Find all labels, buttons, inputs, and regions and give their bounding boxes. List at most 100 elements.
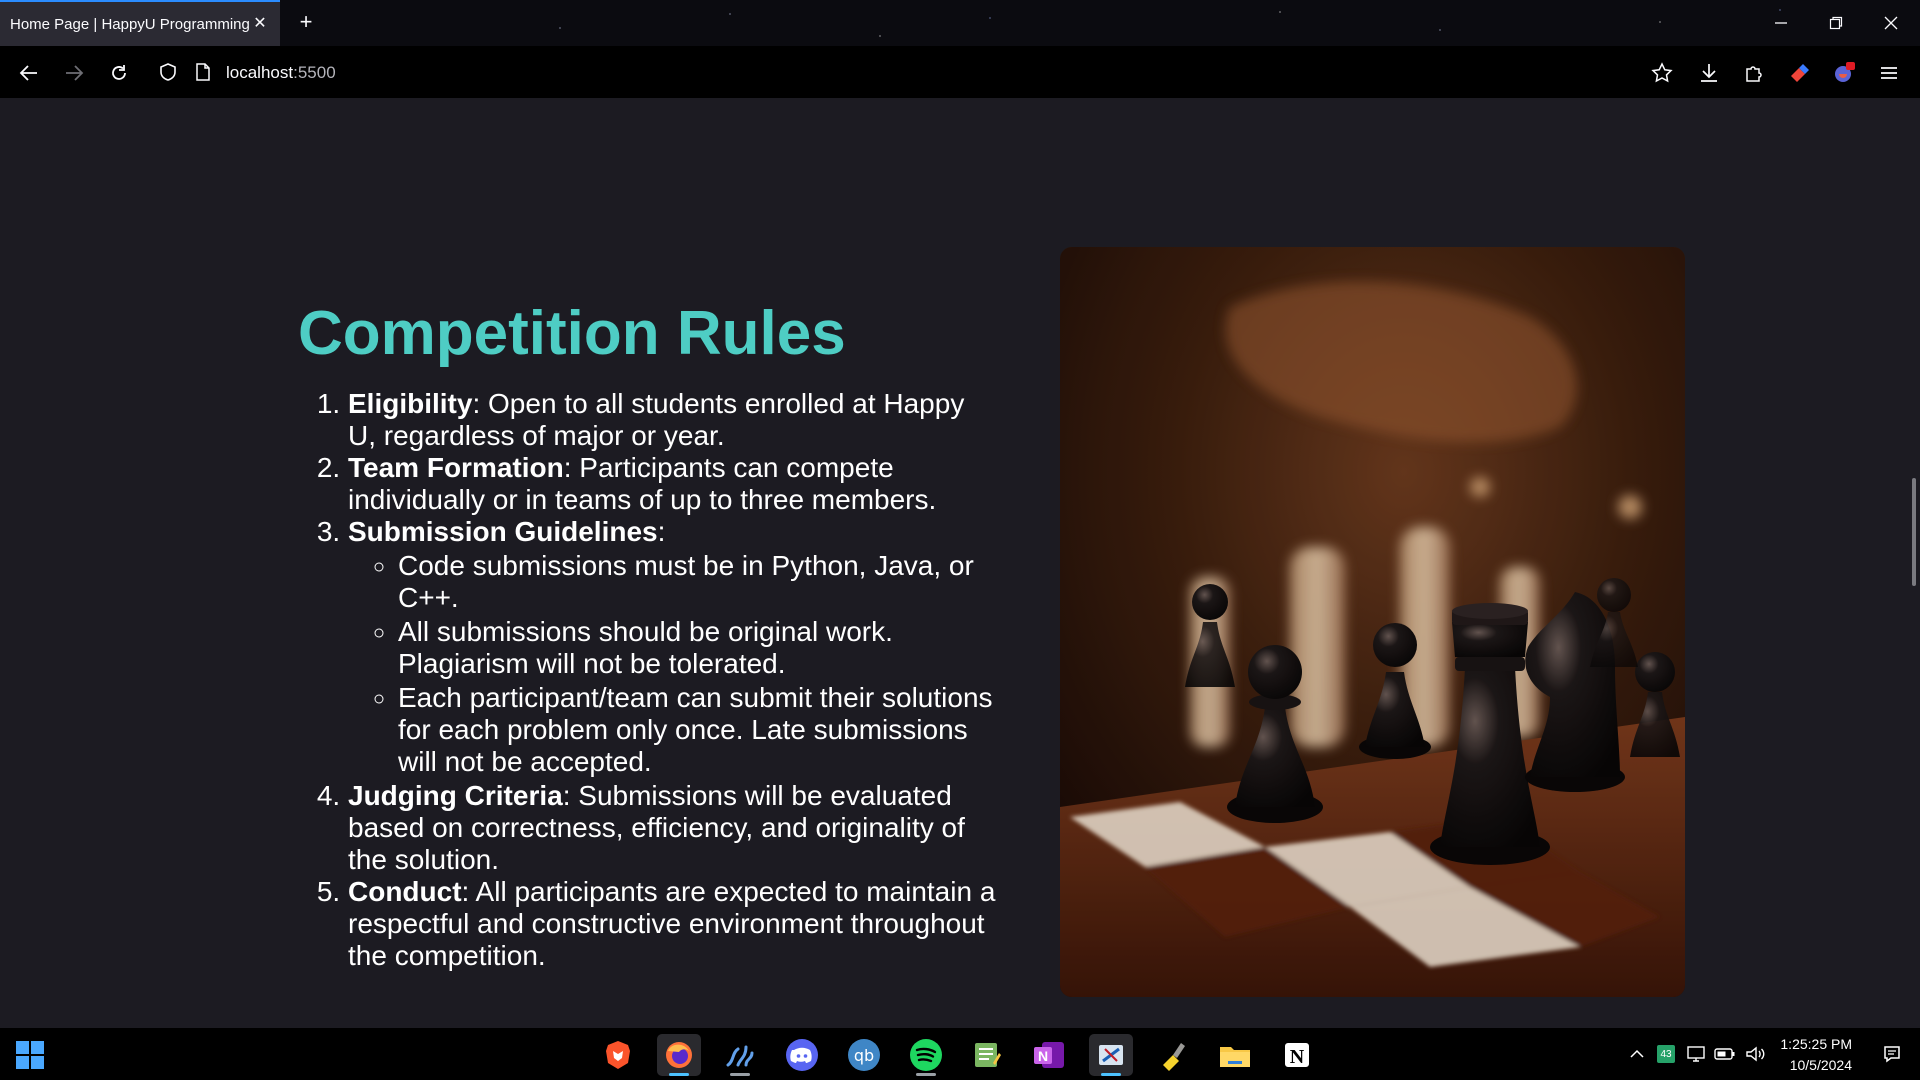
rule-item: Judging Criteria: Submissions will be ev… xyxy=(348,780,1000,876)
extension-shield-button[interactable] xyxy=(1830,59,1858,87)
star-icon xyxy=(1651,62,1673,83)
rule-item: Eligibility: Open to all students enroll… xyxy=(348,388,1000,452)
minimize-icon xyxy=(1775,22,1787,24)
forward-arrow-icon xyxy=(66,65,84,81)
page-icon xyxy=(196,63,210,81)
active-indicator xyxy=(669,1073,689,1076)
rule-title: Judging Criteria xyxy=(348,780,563,811)
running-indicator xyxy=(730,1073,750,1076)
tray-badge: 43 xyxy=(1657,1045,1675,1063)
eraser-icon xyxy=(1791,64,1809,82)
sub-rule-item: Each participant/team can submit their s… xyxy=(398,682,1000,778)
windows-taskbar: qb N N 43 1:25:25 PM 10/5/2024 xyxy=(0,1028,1920,1080)
snipping-tool-icon xyxy=(1099,1045,1123,1065)
rule-item: Team Formation: Participants can compete… xyxy=(348,452,1000,516)
hamburger-menu-icon xyxy=(1881,67,1897,79)
cleaner-icon xyxy=(1163,1043,1185,1071)
start-button[interactable] xyxy=(8,1034,52,1076)
taskbar-spotify[interactable] xyxy=(904,1034,948,1076)
new-tab-button[interactable]: + xyxy=(294,9,318,34)
taskbar-vscodium[interactable] xyxy=(718,1034,762,1076)
bookmark-button[interactable] xyxy=(1648,59,1676,87)
svg-text:N: N xyxy=(1038,1048,1048,1064)
brave-icon xyxy=(606,1041,630,1069)
tray-battery[interactable] xyxy=(1712,1028,1738,1080)
taskbar-file-explorer[interactable] xyxy=(1213,1034,1257,1076)
tab-title: Home Page | HappyU Programming xyxy=(10,15,250,33)
vscode-icon xyxy=(726,1045,754,1067)
onenote-icon: N xyxy=(1034,1042,1064,1068)
restore-button[interactable] xyxy=(1823,10,1849,36)
tray-app-badge[interactable]: 43 xyxy=(1655,1028,1677,1080)
notion-icon: N xyxy=(1283,1041,1311,1069)
qbittorrent-icon: qb xyxy=(848,1039,880,1071)
taskbar-qbittorrent[interactable]: qb xyxy=(842,1034,886,1076)
windows-logo-icon xyxy=(16,1041,44,1069)
chess-scene xyxy=(1060,247,1685,997)
rule-item: Submission Guidelines: Code submissions … xyxy=(348,516,1000,778)
taskbar-onenote[interactable]: N xyxy=(1027,1034,1071,1076)
back-arrow-icon xyxy=(19,65,37,81)
url-text: localhost:5500 xyxy=(226,63,336,83)
reload-icon xyxy=(112,65,126,80)
tab-home-page[interactable]: Home Page | HappyU Programming ✕ xyxy=(0,0,280,46)
restore-icon xyxy=(1829,16,1843,30)
rule-title: Submission Guidelines xyxy=(348,516,658,547)
reload-button[interactable] xyxy=(105,59,133,87)
forward-button[interactable] xyxy=(60,59,88,87)
back-button[interactable] xyxy=(15,59,43,87)
window-close-icon xyxy=(1884,16,1898,30)
download-icon xyxy=(1701,64,1717,82)
svg-text:N: N xyxy=(1290,1046,1305,1068)
tray-volume[interactable] xyxy=(1742,1028,1768,1080)
running-indicator xyxy=(916,1073,936,1076)
battery-icon xyxy=(1714,1048,1735,1060)
spotify-icon xyxy=(910,1039,942,1071)
url-port: :5500 xyxy=(293,63,336,82)
rule-title: Conduct xyxy=(348,876,462,907)
app-menu-button[interactable] xyxy=(1875,59,1903,87)
taskbar-cleaner[interactable] xyxy=(1151,1034,1195,1076)
window-close-button[interactable] xyxy=(1878,10,1904,36)
taskbar-firefox[interactable] xyxy=(657,1034,701,1076)
tray-network[interactable] xyxy=(1683,1028,1709,1080)
notification-icon xyxy=(1884,1046,1900,1063)
browser-tab-bar: Home Page | HappyU Programming ✕ + xyxy=(0,0,1920,46)
taskbar-discord[interactable] xyxy=(780,1034,824,1076)
clock-time: 1:25:25 PM xyxy=(1780,1036,1852,1052)
taskbar-notion[interactable]: N xyxy=(1275,1034,1319,1076)
active-indicator xyxy=(1101,1073,1121,1076)
rule-item: Conduct: All participants are expected t… xyxy=(348,876,1000,972)
rule-text: : xyxy=(657,516,666,547)
address-bar[interactable]: localhost:5500 xyxy=(150,54,1640,90)
taskbar-snipping-tool[interactable] xyxy=(1089,1034,1133,1076)
close-icon[interactable]: ✕ xyxy=(250,13,270,33)
page-viewport: Competition Rules Eligibility: Open to a… xyxy=(0,98,1920,1028)
page-heading: Competition Rules xyxy=(298,299,846,368)
extension-eraser-button[interactable] xyxy=(1785,59,1813,87)
extensions-button[interactable] xyxy=(1740,59,1768,87)
discord-icon xyxy=(786,1039,818,1071)
rules-list: Eligibility: Open to all students enroll… xyxy=(300,388,1000,972)
downloads-button[interactable] xyxy=(1695,59,1723,87)
rules-list-container: Eligibility: Open to all students enroll… xyxy=(300,388,1000,972)
firefox-icon xyxy=(666,1042,692,1068)
chess-image xyxy=(1060,247,1685,997)
notification-center-button[interactable] xyxy=(1878,1028,1906,1080)
network-icon xyxy=(1687,1046,1705,1062)
navigation-toolbar: localhost:5500 xyxy=(0,46,1920,98)
page-scrollbar[interactable] xyxy=(1912,478,1916,586)
submission-guidelines-sublist: Code submissions must be in Python, Java… xyxy=(348,550,1000,778)
sub-rule-item: Code submissions must be in Python, Java… xyxy=(398,550,1000,614)
taskbar-brave[interactable] xyxy=(596,1034,640,1076)
chevron-up-icon xyxy=(1630,1049,1644,1058)
taskbar-clock[interactable]: 1:25:25 PM 10/5/2024 xyxy=(1780,1034,1852,1076)
file-explorer-icon xyxy=(1220,1047,1250,1067)
shield-icon[interactable] xyxy=(158,62,178,82)
clock-date: 10/5/2024 xyxy=(1789,1057,1852,1073)
minimize-button[interactable] xyxy=(1768,10,1794,36)
url-host: localhost xyxy=(226,63,294,82)
taskbar-notepad[interactable] xyxy=(965,1034,1009,1076)
tray-overflow-button[interactable] xyxy=(1624,1028,1650,1080)
puzzle-icon xyxy=(1746,66,1762,82)
